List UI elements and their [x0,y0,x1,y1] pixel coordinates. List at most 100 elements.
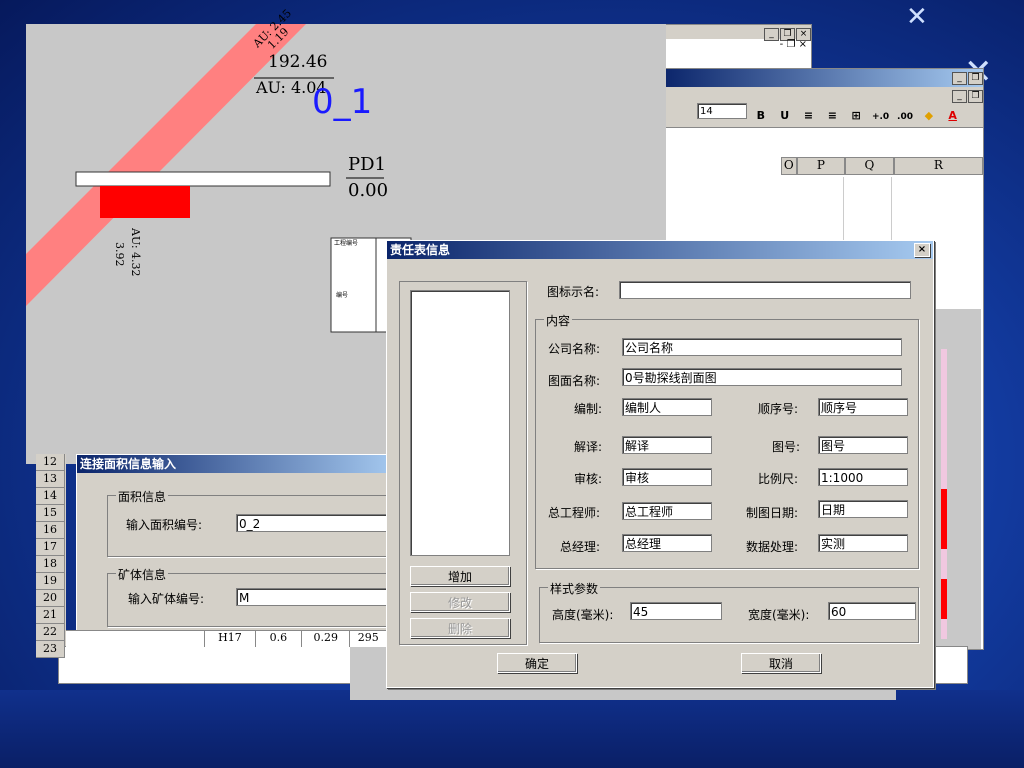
close-icon[interactable]: × [799,39,807,50]
icon-name-label: 图标示名: [547,285,600,299]
data-processing-input[interactable]: 实测 [818,534,908,552]
sheet-cell[interactable] [66,631,206,647]
width-label: 宽度(毫米): [748,608,810,622]
table-tag: 编号 [336,292,349,299]
area-group: 面积信息 输入面积编号: 0_2 [107,488,399,557]
underline-button[interactable]: U [777,108,793,124]
row-number[interactable]: 22 [36,624,65,641]
row-number[interactable]: 19 [36,573,65,590]
width-input[interactable]: 60 [828,602,916,620]
chief-engineer-label: 总工程师: [548,506,601,520]
row-number[interactable]: 20 [36,590,65,607]
pd-value: 0.00 [348,180,389,201]
height-input[interactable]: 45 [630,602,722,620]
review-input[interactable]: 审核 [622,468,712,486]
dialog-title: 连接面积信息输入 [77,455,397,473]
editor-input[interactable]: 编制人 [622,398,712,416]
increase-decimal-button[interactable]: +.0 [872,109,889,125]
cancel-button[interactable]: 取消 [741,653,821,673]
row-number[interactable]: 17 [36,539,65,556]
close-icon[interactable]: × [914,243,930,257]
ore-body-band [26,24,306,306]
row-number[interactable]: 21 [36,607,65,624]
dialog-title: 责任表信息 [390,243,451,257]
font-color-button[interactable]: A [945,108,961,124]
sheet-cell[interactable]: 0.6 [256,631,303,647]
ore-number-input[interactable]: M [236,588,396,606]
align-center-button[interactable]: ≡ [800,108,816,124]
sheet-cell[interactable]: 0.29 [302,631,351,647]
row-number[interactable]: 16 [36,522,65,539]
fill-color-icon[interactable]: ◆ [921,108,937,124]
window-controls: _ ❐ × [661,25,811,41]
decrease-decimal-button[interactable]: .00 [897,109,913,125]
sparkle-icon: ✕ [906,2,928,32]
interpret-label: 解译: [574,440,603,454]
responsibility-dialog: 责任表信息 × 增加 修改 删除 图标示名: 内容 公司名称: 公司名称 图面名… [386,240,934,688]
company-input[interactable]: 公司名称 [622,338,902,356]
ore-number-label: 输入矿体编号: [128,592,205,606]
sheet-cell[interactable]: H17 [205,631,256,647]
row-number[interactable]: 12 [36,454,65,471]
background-stripe [0,690,1024,768]
align-right-button[interactable]: ≡ [824,108,840,124]
row-number[interactable]: 14 [36,488,65,505]
sample-value: 192.46 [268,52,328,72]
draw-date-label: 制图日期: [746,506,799,520]
restore-icon[interactable]: ❐ [968,72,983,85]
area-info-dialog: 连接面积信息输入 面积信息 输入面积编号: 0_2 矿体信息 输入矿体编号: M [76,454,399,632]
ok-button[interactable]: 确定 [497,653,577,673]
draw-date-input[interactable]: 日期 [818,500,908,518]
drawing-bottom-strip [58,646,360,684]
add-button[interactable]: 增加 [410,566,510,586]
sequence-input[interactable]: 顺序号 [818,398,908,416]
column-header[interactable]: R [893,157,983,175]
group-title: 面积信息 [116,488,169,505]
chief-engineer-input[interactable]: 总工程师 [622,502,712,520]
ore-segment [941,579,947,619]
ore-intercept [100,186,190,218]
background-window: _ ❐ × - ❐ × [660,24,812,70]
restore-icon[interactable]: ❐ [968,90,983,103]
data-processing-label: 数据处理: [746,540,799,554]
sheet-row-23: H17 0.6 0.29 295 [66,630,386,647]
minimize-icon[interactable]: - [780,39,784,50]
row-number[interactable]: 18 [36,556,65,573]
minimize-icon[interactable]: _ [952,72,967,85]
minimize-icon[interactable]: _ [952,90,967,103]
excel-toolbar: 14 B U ≡ ≡ ⊞ +.0 .00 ◆ A [661,103,983,128]
interpret-input[interactable]: 解译 [622,436,712,454]
group-title: 内容 [544,312,573,329]
minimize-icon[interactable]: _ [764,28,779,41]
edit-button[interactable]: 修改 [410,592,510,612]
column-header[interactable]: Q [845,157,894,175]
scale-input[interactable]: 1:1000 [818,468,908,486]
list-panel: 增加 修改 删除 [399,281,527,645]
row-number[interactable]: 23 [36,641,65,658]
delete-button[interactable]: 删除 [410,618,510,638]
row-number[interactable]: 13 [36,471,65,488]
pd-name: PD1 [348,154,386,175]
general-manager-label: 总经理: [560,540,601,554]
row-number[interactable]: 15 [36,505,65,522]
merge-cells-button[interactable]: ⊞ [848,108,864,124]
height-label: 高度(毫米): [552,608,614,622]
bold-button[interactable]: B [753,108,769,124]
restore-icon[interactable]: ❐ [786,39,795,50]
font-size-select[interactable]: 14 [697,103,747,119]
area-number-input[interactable]: 0_2 [236,514,396,532]
general-manager-input[interactable]: 总经理 [622,534,712,552]
rotated-au: AU: 4.32 [129,228,142,277]
column-header[interactable]: O [781,157,797,175]
icon-name-input[interactable] [619,281,911,299]
map-name-label: 图面名称: [548,374,601,388]
column-header[interactable]: P [796,157,846,175]
entry-list[interactable] [410,290,510,556]
area-number-label: 输入面积编号: [126,518,203,532]
review-label: 审核: [574,472,603,486]
sequence-label: 顺序号: [758,402,799,416]
figure-number-input[interactable]: 图号 [818,436,908,454]
scale-label: 比例尺: [758,472,799,486]
sheet-cell[interactable]: 295 [350,631,386,647]
map-name-input[interactable]: 0号勘探线剖面图 [622,368,902,386]
